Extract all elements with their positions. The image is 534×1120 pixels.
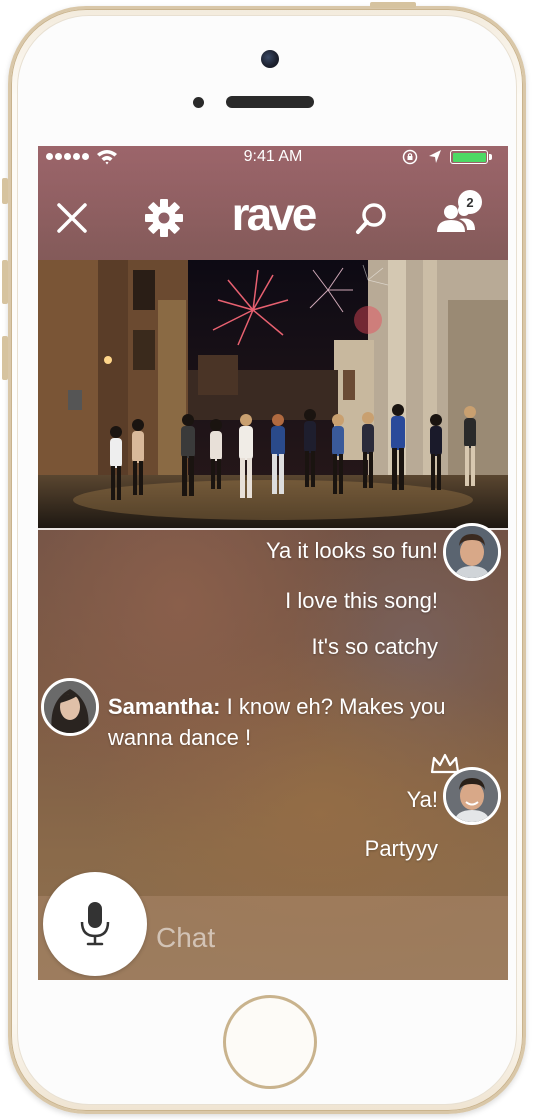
top-navigation: rave 2 xyxy=(38,186,508,250)
rave-logo: rave xyxy=(232,192,320,240)
close-icon xyxy=(57,203,87,233)
rotation-lock-icon xyxy=(402,149,418,165)
chat-message-samantha: Samantha: I know eh? Makes you wanna dan… xyxy=(108,691,493,753)
gear-icon xyxy=(145,199,183,237)
avatar[interactable] xyxy=(443,523,501,581)
mute-switch xyxy=(2,178,8,204)
dance-party-video xyxy=(38,260,508,528)
chat-message: Partyyy xyxy=(364,836,438,861)
volume-down-button xyxy=(2,336,8,380)
microphone-button[interactable] xyxy=(43,872,147,976)
users-count-badge: 2 xyxy=(458,190,482,214)
avatar[interactable] xyxy=(443,767,501,825)
host-avatar-photo xyxy=(446,770,498,822)
proximity-sensor xyxy=(193,97,204,108)
search-button[interactable] xyxy=(348,194,396,242)
volume-up-button xyxy=(2,260,8,304)
home-button[interactable] xyxy=(223,995,317,1089)
power-button xyxy=(370,2,416,8)
chat-input[interactable] xyxy=(156,910,476,966)
avatar[interactable] xyxy=(41,678,99,736)
users-button[interactable]: 2 xyxy=(432,190,482,242)
user-avatar-photo xyxy=(446,526,498,578)
chat-message: Ya it looks so fun! xyxy=(265,538,438,563)
chat-message: It's so catchy xyxy=(311,634,438,659)
front-camera xyxy=(261,50,279,68)
microphone-icon xyxy=(80,902,110,946)
video-divider xyxy=(38,528,508,530)
settings-button[interactable] xyxy=(140,194,188,242)
video-player[interactable] xyxy=(38,260,508,528)
search-icon xyxy=(356,203,386,234)
status-bar: 9:41 AM xyxy=(38,146,508,168)
location-icon xyxy=(429,150,441,163)
close-button[interactable] xyxy=(48,194,96,242)
app-screen: 9:41 AM rave 2 Ya it looks so fun! I lov… xyxy=(38,146,508,980)
chat-message: Ya! xyxy=(406,787,438,812)
chat-message: I love this song! xyxy=(285,588,438,613)
sender-name: Samantha: xyxy=(108,694,221,719)
earpiece-speaker xyxy=(226,96,314,108)
samantha-avatar-photo xyxy=(44,681,96,733)
svg-text:rave: rave xyxy=(232,192,317,240)
battery-icon xyxy=(450,150,492,164)
